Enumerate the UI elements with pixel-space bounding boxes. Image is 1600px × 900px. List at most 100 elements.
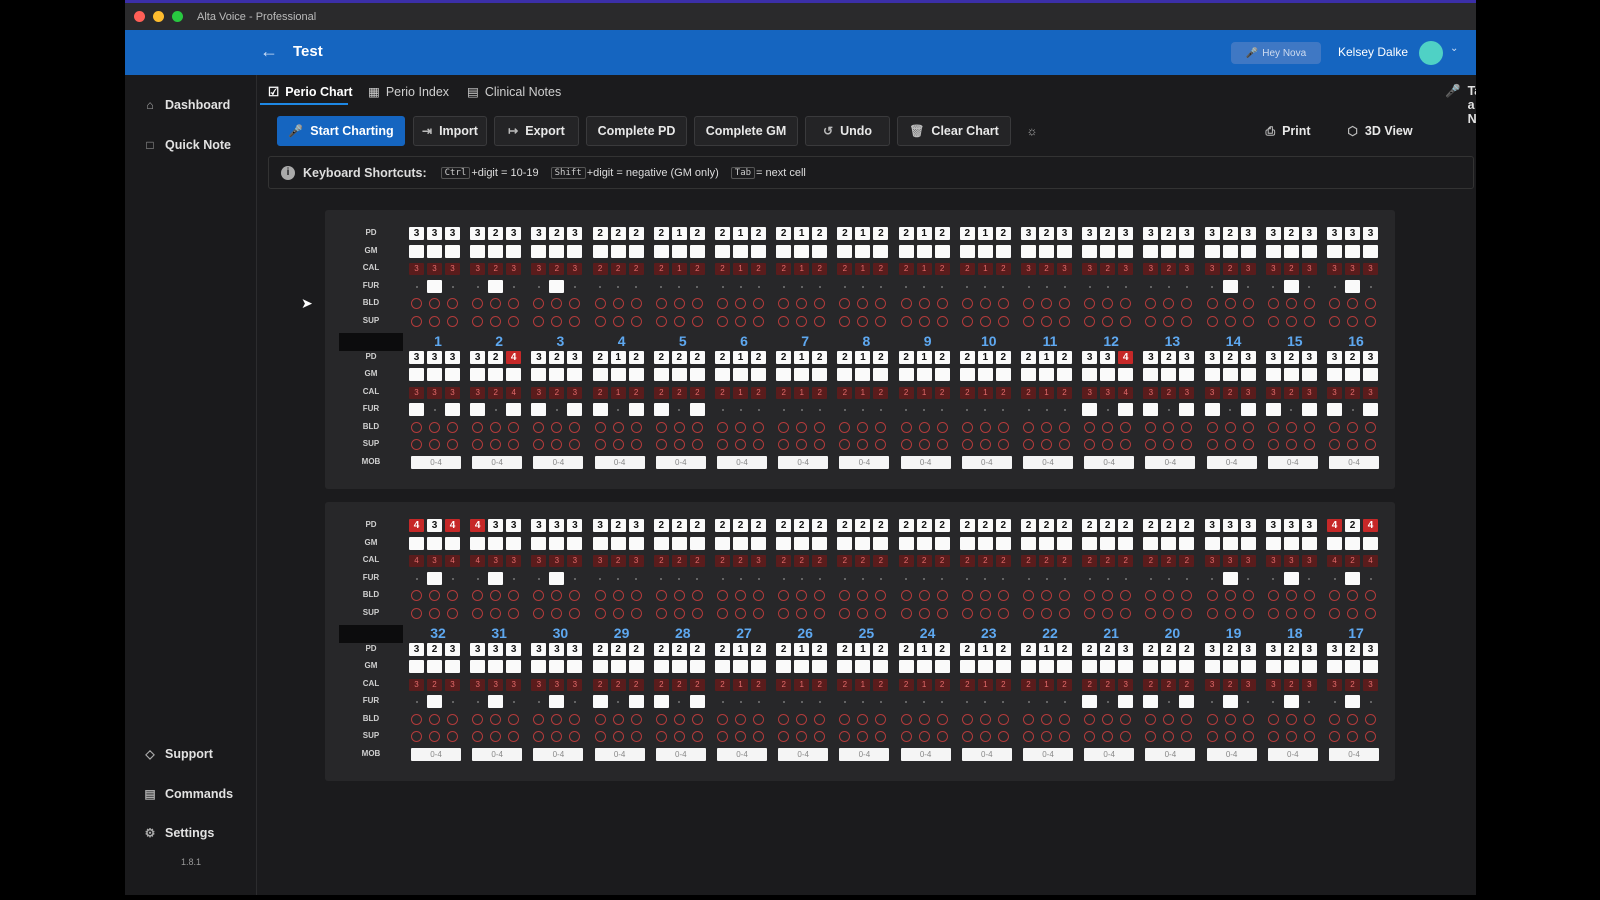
bleeding-toggle[interactable] xyxy=(672,713,687,726)
bleeding-toggle[interactable] xyxy=(960,297,975,310)
suppuration-toggle[interactable] xyxy=(567,315,582,328)
pd-cell[interactable]: 2 xyxy=(1283,351,1299,364)
pd-cell[interactable]: 2 xyxy=(1222,643,1238,656)
pd-cell[interactable]: 2 xyxy=(653,351,669,364)
suppuration-toggle[interactable] xyxy=(960,438,975,451)
gm-cell[interactable] xyxy=(1179,245,1195,258)
bleeding-toggle[interactable] xyxy=(855,589,870,602)
bleeding-toggle[interactable] xyxy=(1179,589,1194,602)
gm-cell[interactable] xyxy=(549,245,565,258)
bleeding-toggle[interactable] xyxy=(1057,421,1072,434)
furcation-box[interactable] xyxy=(1179,403,1195,416)
pd-cell[interactable]: 3 xyxy=(592,519,608,532)
suppuration-toggle[interactable] xyxy=(1345,438,1360,451)
bleeding-toggle[interactable] xyxy=(470,713,485,726)
suppuration-toggle[interactable] xyxy=(715,730,730,743)
suppuration-toggle[interactable] xyxy=(794,607,809,620)
export-button[interactable]: ↦ Export xyxy=(494,116,579,146)
gm-cell[interactable] xyxy=(1345,245,1360,258)
suppuration-toggle[interactable] xyxy=(1363,730,1378,743)
furcation-cell[interactable] xyxy=(549,695,565,708)
suppuration-toggle[interactable] xyxy=(1241,315,1256,328)
pd-cell[interactable]: 2 xyxy=(1057,643,1072,656)
bleeding-toggle[interactable] xyxy=(776,421,791,434)
furcation-box[interactable] xyxy=(409,403,424,416)
gm-cell[interactable] xyxy=(934,245,950,258)
furcation-cell[interactable] xyxy=(751,280,766,293)
pd-cell[interactable]: 2 xyxy=(1222,227,1238,240)
user-name[interactable]: Kelsey Dalke xyxy=(1338,45,1408,59)
bleeding-toggle[interactable] xyxy=(1266,713,1281,726)
suppuration-toggle[interactable] xyxy=(1118,438,1133,451)
pd-cell[interactable]: 1 xyxy=(733,643,748,656)
suppuration-toggle[interactable] xyxy=(978,438,993,451)
suppuration-toggle[interactable] xyxy=(1302,315,1317,328)
gm-cell[interactable] xyxy=(427,245,442,258)
furcation-box[interactable] xyxy=(549,280,565,293)
bleeding-toggle[interactable] xyxy=(549,589,564,602)
suppuration-toggle[interactable] xyxy=(1223,315,1238,328)
bleeding-toggle[interactable] xyxy=(917,713,932,726)
suppuration-toggle[interactable] xyxy=(1327,607,1342,620)
gm-cell[interactable] xyxy=(1240,537,1256,550)
bleeding-toggle[interactable] xyxy=(506,589,521,602)
bleeding-toggle[interactable] xyxy=(1143,713,1158,726)
bleeding-toggle[interactable] xyxy=(672,297,687,310)
suppuration-toggle[interactable] xyxy=(531,315,546,328)
gm-cell[interactable] xyxy=(1082,537,1098,550)
furcation-cell[interactable] xyxy=(1266,280,1281,293)
furcation-cell[interactable] xyxy=(794,280,809,293)
furcation-box[interactable] xyxy=(1179,695,1195,708)
suppuration-toggle[interactable] xyxy=(672,607,687,620)
suppuration-toggle[interactable] xyxy=(690,607,705,620)
suppuration-toggle[interactable] xyxy=(1327,315,1342,328)
furcation-cell[interactable] xyxy=(855,280,870,293)
furcation-cell[interactable] xyxy=(1363,280,1378,293)
mobility-input[interactable]: 0-4 xyxy=(900,748,951,761)
furcation-cell[interactable] xyxy=(1179,403,1195,416)
bleeding-toggle[interactable] xyxy=(1021,589,1036,602)
bleeding-toggle[interactable] xyxy=(488,297,503,310)
gm-cell[interactable] xyxy=(995,660,1011,673)
suppuration-toggle[interactable] xyxy=(776,607,791,620)
bleeding-toggle[interactable] xyxy=(1363,589,1378,602)
suppuration-toggle[interactable] xyxy=(1021,438,1036,451)
pd-cell[interactable]: 2 xyxy=(855,519,871,532)
pd-cell[interactable]: 2 xyxy=(1082,519,1098,532)
furcation-cell[interactable] xyxy=(873,403,888,416)
pd-cell[interactable]: 3 xyxy=(1265,227,1281,240)
gm-cell[interactable] xyxy=(653,368,669,381)
gm-cell[interactable] xyxy=(794,537,810,550)
bleeding-toggle[interactable] xyxy=(960,421,975,434)
bleeding-toggle[interactable] xyxy=(899,589,914,602)
suppuration-toggle[interactable] xyxy=(837,607,852,620)
pd-cell[interactable]: 2 xyxy=(715,351,730,364)
mobility-input[interactable]: 0-4 xyxy=(411,456,461,469)
pd-cell[interactable]: 2 xyxy=(549,227,565,240)
bleeding-toggle[interactable] xyxy=(567,713,582,726)
bleeding-toggle[interactable] xyxy=(427,589,442,602)
furcation-cell[interactable] xyxy=(776,403,791,416)
gm-cell[interactable] xyxy=(715,660,730,673)
furcation-cell[interactable] xyxy=(837,403,852,416)
pd-cell[interactable]: 3 xyxy=(1327,643,1342,656)
furcation-cell[interactable] xyxy=(549,572,565,585)
bleeding-toggle[interactable] xyxy=(1205,421,1220,434)
furcation-cell[interactable] xyxy=(812,572,827,585)
furcation-cell[interactable] xyxy=(1327,695,1342,708)
gm-cell[interactable] xyxy=(1345,660,1360,673)
bleeding-toggle[interactable] xyxy=(629,421,644,434)
bleeding-toggle[interactable] xyxy=(1118,297,1133,310)
furcation-cell[interactable] xyxy=(996,280,1011,293)
pd-cell[interactable]: 1 xyxy=(855,227,871,240)
gm-cell[interactable] xyxy=(1021,537,1036,550)
furcation-cell[interactable] xyxy=(1266,695,1281,708)
gm-cell[interactable] xyxy=(445,660,460,673)
suppuration-toggle[interactable] xyxy=(978,315,993,328)
furcation-cell[interactable] xyxy=(672,695,687,708)
bleeding-toggle[interactable] xyxy=(1143,297,1158,310)
suppuration-toggle[interactable] xyxy=(427,315,442,328)
furcation-cell[interactable] xyxy=(611,280,626,293)
pd-cell[interactable]: 3 xyxy=(409,351,424,364)
bleeding-toggle[interactable] xyxy=(935,421,950,434)
